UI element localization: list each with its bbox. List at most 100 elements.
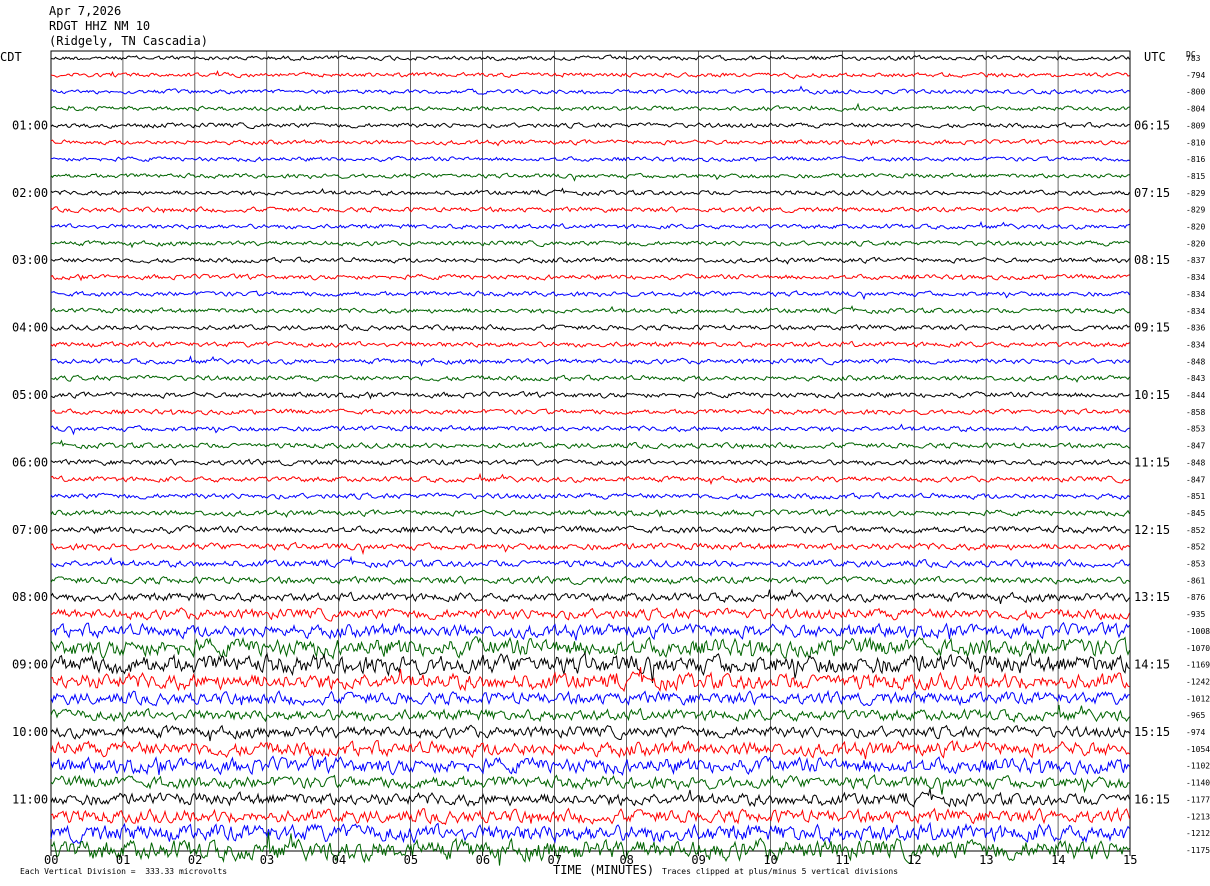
dc-offset-label: -847 — [1186, 475, 1205, 484]
dc-offset-label: -965 — [1186, 711, 1205, 720]
dc-offset-label: -1008 — [1186, 627, 1210, 636]
left-hour-label: 04:00 — [12, 321, 48, 335]
seismic-trace — [50, 240, 1130, 249]
dc-offset-label: -847 — [1186, 442, 1205, 451]
seismic-trace — [50, 256, 1130, 265]
x-tick-label: 02 — [188, 853, 202, 867]
left-hour-label: 03:00 — [12, 253, 48, 267]
x-tick-label: 15 — [1123, 853, 1137, 867]
dc-offset-label: -1175 — [1186, 846, 1210, 855]
left-hour-label: 05:00 — [12, 388, 48, 402]
left-hour-label: 10:00 — [12, 725, 48, 739]
left-hour-label: 07:00 — [12, 523, 48, 537]
right-hour-label: 09:15 — [1134, 321, 1170, 335]
clip-note: Traces clipped at plus/minus 5 vertical … — [662, 867, 899, 876]
seismic-trace — [50, 492, 1130, 500]
x-tick-label: 00 — [44, 853, 58, 867]
dc-offset-label: -848 — [1186, 357, 1205, 366]
x-tick-label: 13 — [979, 853, 993, 867]
x-axis-label: TIME (MINUTES) — [553, 863, 655, 877]
seismic-trace — [50, 636, 1130, 660]
seismic-trace — [50, 458, 1130, 467]
x-tick-label: 12 — [907, 853, 921, 867]
left-hour-label: 02:00 — [12, 186, 48, 200]
seismic-trace — [50, 323, 1130, 332]
seismogram-plot: 00 01 02 03 04 05 06 07 08 09 10 11 12 13 14 15783-794-… — [12, 50, 1210, 867]
dc-offset-label: -837 — [1186, 256, 1205, 265]
dc-offset-label: -834 — [1186, 307, 1205, 316]
dc-offset-label: -815 — [1186, 172, 1205, 181]
x-tick-label: 10 — [763, 853, 777, 867]
seismic-trace — [50, 724, 1130, 742]
dc-offset-label: -816 — [1186, 155, 1205, 164]
seismic-trace — [50, 102, 1130, 112]
right-hour-label: 16:15 — [1134, 792, 1170, 806]
seismic-trace — [50, 788, 1130, 808]
seismic-trace — [50, 273, 1130, 282]
right-hour-label: 07:15 — [1134, 186, 1170, 200]
seismic-trace — [50, 155, 1130, 163]
seismic-trace — [50, 621, 1130, 641]
seismic-trace — [50, 575, 1130, 586]
right-hour-label: 08:15 — [1134, 253, 1170, 267]
right-hour-label: 11:15 — [1134, 455, 1170, 469]
seismic-trace — [50, 740, 1130, 760]
seismic-trace — [50, 290, 1130, 301]
dc-offset-label: -852 — [1186, 526, 1205, 535]
x-tick-label: 06 — [476, 853, 490, 867]
dc-offset-label: -834 — [1186, 340, 1205, 349]
x-tick-label: 11 — [835, 853, 849, 867]
seismic-trace — [50, 54, 1130, 62]
dc-offset-label: -853 — [1186, 425, 1205, 434]
right-hour-label: 10:15 — [1134, 388, 1170, 402]
dc-offset-label: -974 — [1186, 728, 1205, 737]
dc-offset-label: -845 — [1186, 509, 1205, 518]
right-hour-label: 13:15 — [1134, 590, 1170, 604]
seismic-trace — [50, 408, 1130, 416]
seismic-trace — [51, 374, 1130, 383]
x-tick-label: 01 — [116, 853, 130, 867]
x-tick-label: 04 — [332, 853, 346, 867]
seismic-trace — [50, 472, 1130, 486]
dc-offset-label: -794 — [1186, 71, 1205, 80]
seismic-trace — [50, 541, 1130, 556]
trace-group — [50, 54, 1130, 866]
dc-offset-label: -800 — [1186, 88, 1205, 97]
dc-offset-label: -843 — [1186, 374, 1205, 383]
seismic-trace — [50, 305, 1130, 315]
seismic-trace — [50, 172, 1130, 182]
seismic-trace — [50, 340, 1130, 348]
dc-offset-label: -836 — [1186, 324, 1205, 333]
dc-offset-label: -1177 — [1186, 795, 1210, 804]
dc-offset-label: -851 — [1186, 492, 1205, 501]
dc-offset-label: -861 — [1186, 576, 1205, 585]
x-tick-label: 09 — [691, 853, 705, 867]
dc-offset-label: -820 — [1186, 239, 1205, 248]
seismic-trace — [50, 555, 1130, 569]
seismic-trace — [50, 439, 1130, 450]
dc-offset-label: -820 — [1186, 223, 1205, 232]
dc-offset-label: -935 — [1186, 610, 1205, 619]
seismic-trace — [50, 607, 1130, 622]
dc-offset-label: -844 — [1186, 391, 1205, 400]
seismic-trace — [50, 588, 1130, 605]
seismic-trace — [50, 187, 1130, 197]
dc-offset-label: -1213 — [1186, 812, 1210, 821]
seismic-trace — [50, 220, 1130, 230]
scale-note: Each Vertical Division = 333.33 microvol… — [20, 867, 228, 876]
seismic-trace — [50, 508, 1130, 519]
seismic-trace — [50, 774, 1130, 795]
dc-offset-label: -1012 — [1186, 694, 1210, 703]
dc-offset-label: -1054 — [1186, 745, 1210, 754]
left-hour-label: 11:00 — [12, 792, 48, 806]
seismic-trace — [50, 70, 1130, 80]
seismic-trace — [50, 423, 1130, 436]
left-hour-label: 06:00 — [12, 455, 48, 469]
seismic-trace — [50, 391, 1130, 400]
dc-offset-label: -804 — [1186, 105, 1205, 114]
dc-offset-label: -1169 — [1186, 661, 1210, 670]
grid-lines — [50, 50, 1131, 856]
dc-offset-label: -829 — [1186, 206, 1205, 215]
dc-offset-label: -829 — [1186, 189, 1205, 198]
right-hour-label: 06:15 — [1134, 118, 1170, 132]
